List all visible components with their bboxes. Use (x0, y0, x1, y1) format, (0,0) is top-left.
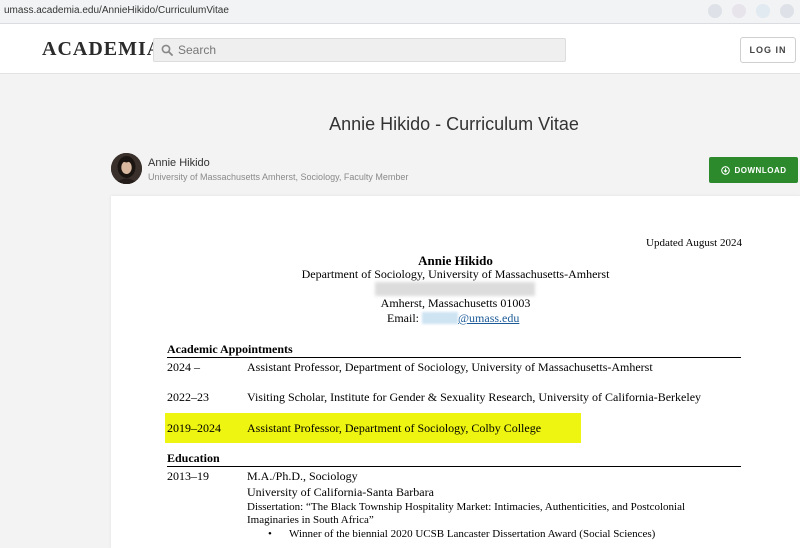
dissertation-line: Dissertation: “The Black Township Hospit… (247, 501, 686, 513)
browser-address-bar[interactable]: umass.academia.edu/AnnieHikido/Curriculu… (0, 0, 800, 24)
url-text[interactable]: umass.academia.edu/AnnieHikido/Curriculu… (4, 5, 229, 16)
academia-logo[interactable]: ACADEMIA (42, 38, 162, 61)
section-divider (167, 357, 741, 358)
education-degree: M.A./Ph.D., Sociology (247, 469, 358, 483)
search-box[interactable] (153, 38, 566, 62)
appointment-text: Visiting Scholar, Institute for Gender &… (247, 390, 702, 404)
cv-email: Email: @umass.edu (387, 311, 519, 326)
top-navigation: ACADEMIA LOG IN (0, 24, 800, 74)
extension-icon[interactable] (780, 4, 794, 18)
browser-extension-icons (708, 4, 794, 18)
appointment-years: 2024 – (167, 360, 200, 374)
appointments-heading: Academic Appointments (167, 342, 293, 356)
avatar[interactable] (111, 153, 142, 184)
search-icon (161, 44, 173, 56)
cv-city: Amherst, Massachusetts 01003 (380, 296, 531, 310)
login-button[interactable]: LOG IN (740, 37, 796, 63)
appointment-text: Assistant Professor, Department of Socio… (247, 360, 653, 374)
email-label: Email: (387, 311, 419, 325)
extension-icon[interactable] (756, 4, 770, 18)
redacted-email-user (422, 312, 458, 324)
extension-icon[interactable] (732, 4, 746, 18)
download-button[interactable]: DOWNLOAD (709, 157, 798, 183)
appointment-text: Assistant Professor, Department of Socio… (247, 421, 542, 435)
award-text: Winner of the biennial 2020 UCSB Lancast… (289, 528, 656, 540)
document-page: Updated August 2024 Annie Hikido Departm… (111, 196, 800, 548)
section-divider (167, 466, 741, 467)
redacted-address (375, 282, 535, 296)
email-link[interactable]: @umass.edu (458, 311, 519, 325)
search-input[interactable] (178, 41, 558, 59)
appointment-years: 2019–2024 (167, 421, 221, 435)
education-heading: Education (167, 451, 220, 465)
author-affiliation: University of Massachusetts Amherst, Soc… (148, 172, 409, 182)
download-label: DOWNLOAD (734, 165, 787, 175)
page-title: Annie Hikido - Curriculum Vitae (329, 114, 579, 134)
author-name[interactable]: Annie Hikido (148, 157, 210, 169)
author-photo (111, 153, 142, 184)
education-years: 2013–19 (167, 469, 209, 483)
extension-icon[interactable] (708, 4, 722, 18)
cv-updated-date: Updated August 2024 (646, 237, 742, 249)
bullet-icon: • (268, 528, 272, 540)
dissertation-line: Imaginaries in South Africa” (247, 514, 374, 526)
appointment-years: 2022–23 (167, 390, 209, 404)
download-icon (720, 165, 730, 175)
education-school: University of California-Santa Barbara (247, 485, 434, 499)
cv-department: Department of Sociology, University of M… (301, 267, 610, 281)
